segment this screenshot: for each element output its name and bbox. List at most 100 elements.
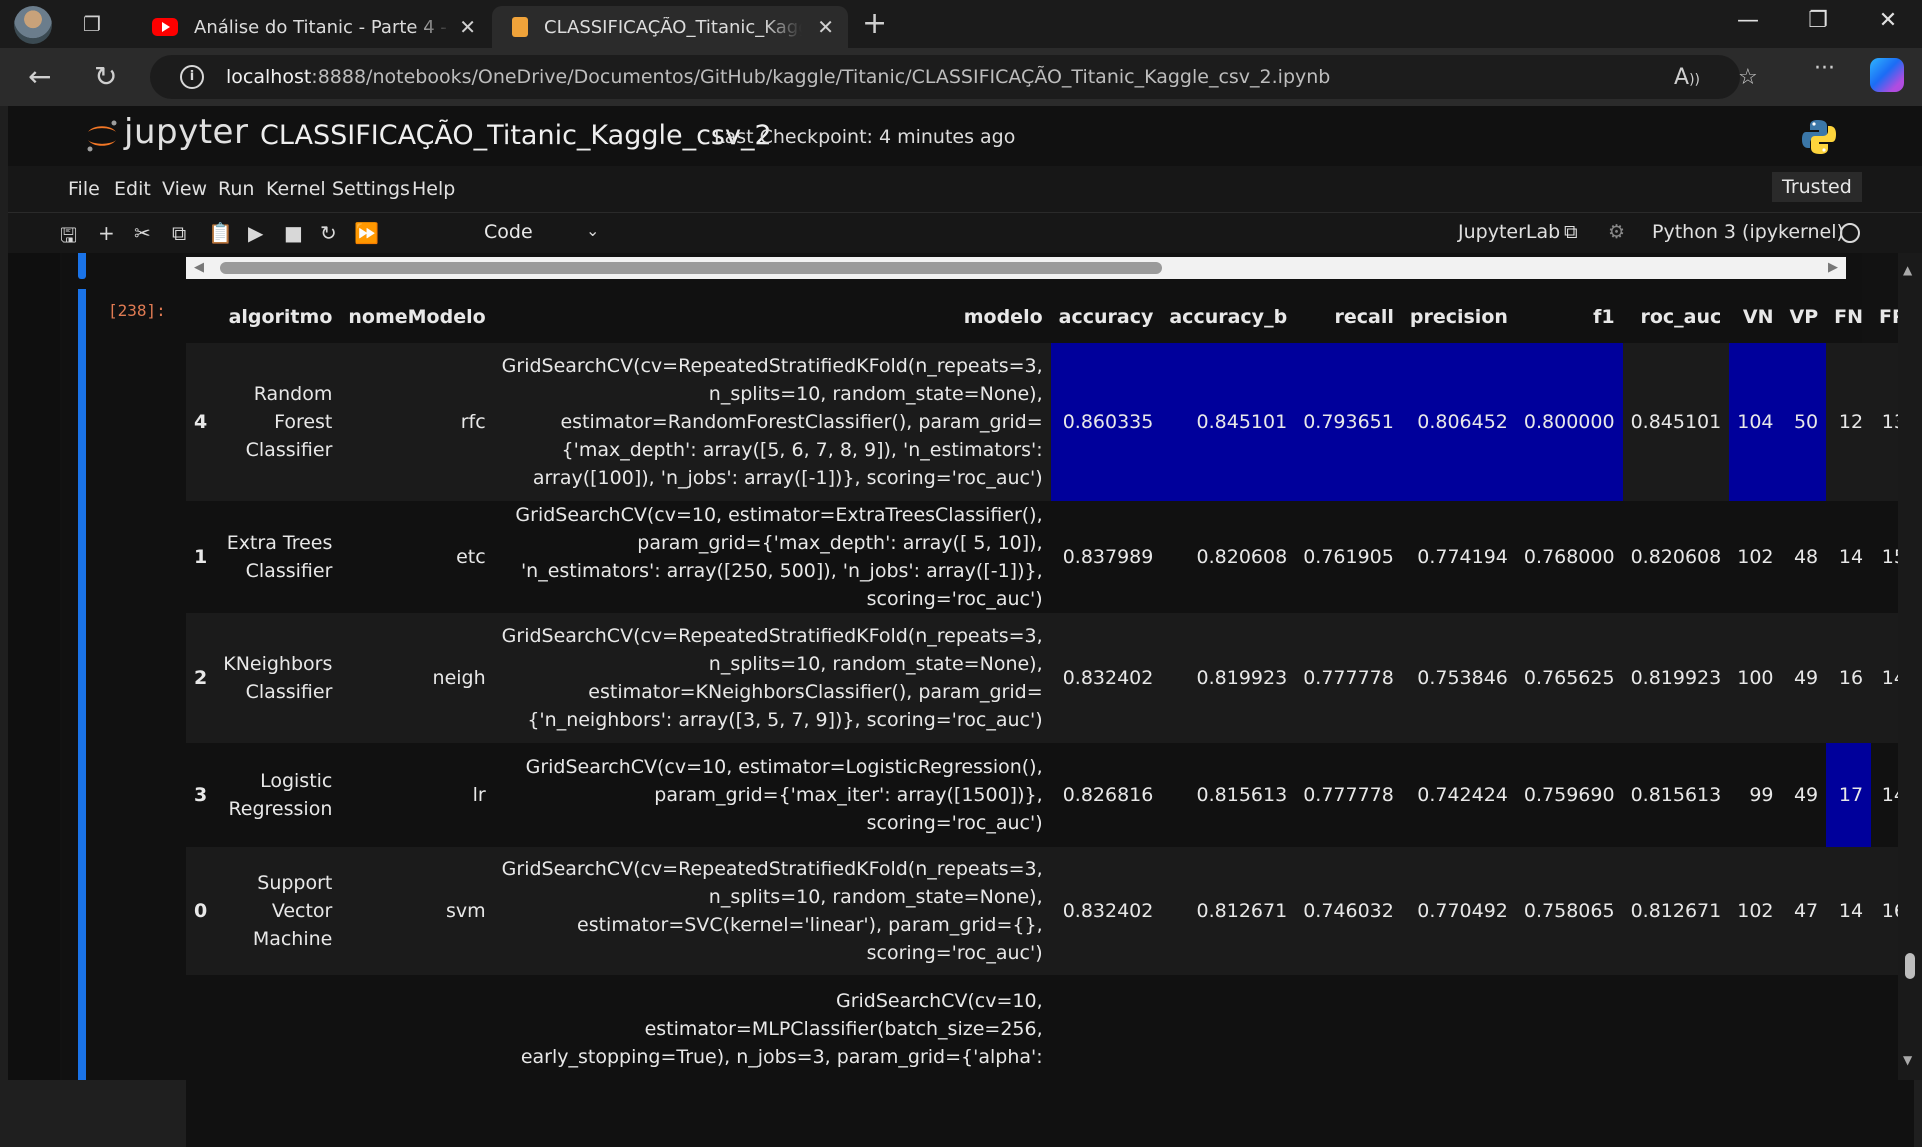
cell-nomeModelo: rfc bbox=[340, 343, 494, 501]
scroll-right-icon[interactable]: ▶ bbox=[1828, 260, 1838, 275]
left-gutter bbox=[8, 253, 60, 1080]
python-logo-icon bbox=[1802, 120, 1836, 154]
tab-youtube[interactable]: Análise do Titanic - Parte 4 - Proj ✕ bbox=[138, 6, 490, 48]
horizontal-scrollbar[interactable]: ◀ ▶ bbox=[186, 257, 1846, 279]
cell-precision: 0.753846 bbox=[1401, 613, 1516, 743]
url-path: :8888/notebooks/OneDrive/Documentos/GitH… bbox=[311, 66, 1331, 88]
kernel-status-icon bbox=[1840, 223, 1860, 243]
open-jupyterlab-link[interactable]: JupyterLab bbox=[1458, 221, 1560, 243]
row-index: 0 bbox=[186, 847, 216, 975]
cell-VN: 102 bbox=[1729, 847, 1782, 975]
kernel-name[interactable]: Python 3 (ipykernel) bbox=[1652, 221, 1844, 243]
scrollbar-thumb[interactable] bbox=[220, 262, 1162, 274]
new-tab-button[interactable]: + bbox=[862, 6, 887, 41]
address-bar: ← ↻ i localhost:8888/notebooks/OneDrive/… bbox=[0, 48, 1922, 106]
cell-accuracy_b: 0.820608 bbox=[1161, 501, 1296, 613]
cell-algoritmo: Random Forest Classifier bbox=[215, 343, 341, 501]
cell-collapser[interactable] bbox=[78, 289, 86, 1080]
menu-kernel[interactable]: Kernel bbox=[266, 178, 326, 200]
favorite-star-icon[interactable]: ☆ bbox=[1738, 65, 1758, 90]
cell-FN: 16 bbox=[1826, 613, 1872, 743]
table-row: GridSearchCV(cv=10, estimator=MLPClassif… bbox=[186, 975, 1914, 1147]
trusted-indicator[interactable]: Trusted bbox=[1772, 172, 1862, 202]
menu-run[interactable]: Run bbox=[218, 178, 254, 200]
menu-bar: File Edit View Run Kernel Settings Help … bbox=[8, 166, 1922, 212]
menu-file[interactable]: File bbox=[68, 178, 100, 200]
insert-cell-icon[interactable]: + bbox=[98, 221, 115, 245]
menu-help[interactable]: Help bbox=[412, 178, 455, 200]
read-aloud-icon[interactable]: A)) bbox=[1674, 65, 1700, 90]
close-tab-icon[interactable]: ✕ bbox=[817, 15, 834, 39]
paste-icon[interactable]: 📋 bbox=[208, 221, 233, 245]
cell-nomeModelo: svm bbox=[340, 847, 494, 975]
cell-algoritmo bbox=[215, 975, 341, 1147]
save-icon[interactable]: 🖫 bbox=[60, 221, 77, 255]
copy-icon[interactable]: ⧉ bbox=[172, 221, 186, 245]
cell-VP: 49 bbox=[1781, 613, 1827, 743]
restart-icon[interactable]: ↻ bbox=[320, 221, 337, 245]
close-window-button[interactable]: ✕ bbox=[1868, 8, 1908, 33]
restore-button[interactable]: ❐ bbox=[1798, 8, 1838, 33]
scroll-down-icon[interactable]: ▼ bbox=[1903, 1053, 1912, 1067]
last-checkpoint: Last Checkpoint: 4 minutes ago bbox=[714, 126, 1016, 148]
cell-accuracy: 0.832402 bbox=[1050, 613, 1162, 743]
col-algoritmo: algoritmo bbox=[228, 306, 333, 328]
menu-edit[interactable]: Edit bbox=[114, 178, 151, 200]
close-tab-icon[interactable]: ✕ bbox=[459, 15, 476, 39]
cell-f1: 0.765625 bbox=[1515, 613, 1623, 743]
site-info-icon[interactable]: i bbox=[180, 65, 204, 89]
chevron-down-icon[interactable]: ⌄ bbox=[586, 221, 599, 240]
cell-accuracy_b: 0.812671 bbox=[1161, 847, 1296, 975]
cell-FN: 14 bbox=[1826, 847, 1872, 975]
cell-accuracy bbox=[1050, 975, 1162, 1147]
menu-view[interactable]: View bbox=[162, 178, 207, 200]
profile-avatar[interactable] bbox=[14, 6, 52, 44]
col-modelo: modelo bbox=[963, 306, 1043, 328]
row-index: 1 bbox=[186, 501, 216, 613]
cell-nomeModelo: lr bbox=[340, 743, 494, 847]
table-row: 0 Support Vector Machine svm GridSearchC… bbox=[186, 847, 1914, 975]
fast-forward-icon[interactable]: ⏩ bbox=[354, 221, 379, 245]
scroll-up-icon[interactable]: ▲ bbox=[1903, 263, 1912, 277]
back-icon[interactable]: ← bbox=[28, 60, 51, 93]
run-icon[interactable]: ▶ bbox=[248, 221, 263, 245]
tab-notebook[interactable]: CLASSIFICAÇÃO_Titanic_Kaggle_ ✕ bbox=[492, 6, 848, 48]
cell-f1: 0.800000 bbox=[1515, 343, 1623, 501]
minimize-button[interactable]: — bbox=[1728, 8, 1768, 33]
url-field[interactable]: i localhost:8888/notebooks/OneDrive/Docu… bbox=[150, 55, 1758, 99]
cell-f1: 0.758065 bbox=[1515, 847, 1623, 975]
jupyter-logo-icon[interactable] bbox=[84, 118, 120, 154]
url-host: localhost bbox=[226, 66, 312, 88]
table-row: 4 Random Forest Classifier rfc GridSearc… bbox=[186, 343, 1914, 501]
cell-VP bbox=[1781, 975, 1827, 1147]
vertical-scrollbar[interactable]: ▲ ▼ bbox=[1898, 253, 1922, 1080]
cell-precision: 0.770492 bbox=[1401, 847, 1516, 975]
cell-recall bbox=[1295, 975, 1402, 1147]
cell-accuracy_b: 0.815613 bbox=[1161, 743, 1296, 847]
stop-icon[interactable]: ■ bbox=[284, 221, 303, 245]
cell-modelo: GridSearchCV(cv=10, estimator=LogisticRe… bbox=[493, 743, 1051, 847]
cell-VN bbox=[1729, 975, 1782, 1147]
cell-nomeModelo: neigh bbox=[340, 613, 494, 743]
cell-VN: 104 bbox=[1729, 343, 1782, 501]
cell-precision: 0.742424 bbox=[1401, 743, 1516, 847]
copilot-icon[interactable] bbox=[1870, 58, 1904, 92]
cell-algoritmo: Extra Trees Classifier bbox=[215, 501, 341, 613]
menu-settings[interactable]: Settings bbox=[332, 178, 410, 200]
external-link-icon[interactable]: ⧉ bbox=[1564, 221, 1578, 243]
cell-f1: 0.768000 bbox=[1515, 501, 1623, 613]
cell-recall: 0.777778 bbox=[1295, 743, 1402, 847]
scrollbar-thumb[interactable] bbox=[1905, 953, 1915, 979]
more-options-icon[interactable]: ··· bbox=[1814, 56, 1835, 81]
url-text: localhost:8888/notebooks/OneDrive/Docume… bbox=[226, 66, 1330, 88]
kernel-settings-icon[interactable]: ⚙ bbox=[1608, 221, 1625, 243]
notebook-title[interactable]: CLASSIFICAÇÃO_Titanic_Kaggle_csv_2 bbox=[260, 120, 772, 151]
cell-type-select[interactable]: Code bbox=[484, 221, 533, 243]
cell-collapser-prev[interactable] bbox=[78, 253, 86, 279]
cell-accuracy: 0.837989 bbox=[1050, 501, 1162, 613]
cut-icon[interactable]: ✂ bbox=[134, 221, 151, 245]
reload-icon[interactable]: ↻ bbox=[94, 60, 117, 93]
scroll-left-icon[interactable]: ◀ bbox=[194, 260, 204, 275]
output-cell[interactable]: ◀ ▶ [238]: algoritmo nomeModelo modelo a… bbox=[62, 253, 1914, 1147]
tab-actions-icon[interactable]: ❐ bbox=[80, 12, 104, 36]
